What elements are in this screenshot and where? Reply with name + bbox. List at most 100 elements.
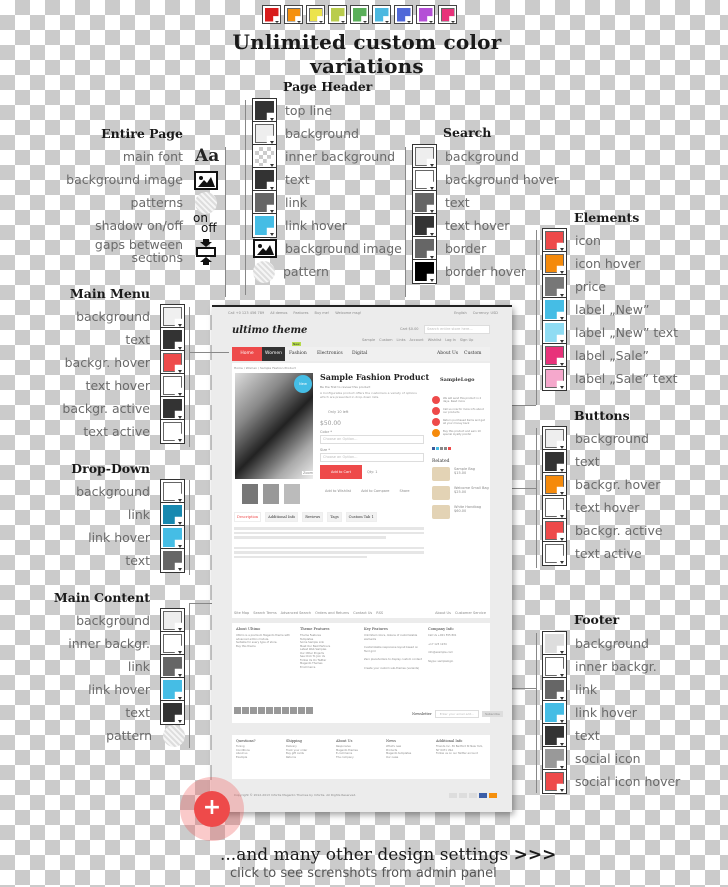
feature-icon [432,429,440,437]
footer-row: inner backgr. [542,654,657,679]
drop-down-row: link hover [0,525,185,550]
mock-topbar: Call +0 123 456 789 All demos Features Buy … [228,311,362,315]
color-swatch[interactable] [160,502,185,527]
color-swatch[interactable] [542,723,567,748]
color-swatch[interactable] [542,631,567,656]
image-icon[interactable] [194,171,218,190]
top-color-swatch[interactable] [438,5,457,24]
expand-button[interactable]: + [180,777,244,841]
color-swatch[interactable] [160,677,185,702]
color-swatch[interactable] [542,297,567,322]
mock-feature-item: Call us now for more info about our prod… [432,407,487,415]
color-swatch[interactable] [160,525,185,550]
color-swatch[interactable] [160,608,185,633]
mock-tab: Custom Tab 1 [345,512,377,522]
feature-icon [432,418,440,426]
mock-menu-custom: Custom [464,351,482,356]
mock-sample-logo: SampleLogo [440,377,475,383]
color-swatch[interactable] [412,259,437,284]
page-header-row: link [252,190,307,215]
social-icon [282,707,289,714]
color-swatch[interactable] [160,631,185,656]
image-icon[interactable] [253,239,277,258]
color-swatch[interactable] [252,98,277,123]
color-swatch[interactable] [412,236,437,261]
top-color-swatch[interactable] [372,5,391,24]
font-icon[interactable]: Aa [195,146,219,166]
color-swatch[interactable] [542,366,567,391]
elements-row: label „New” text [542,320,678,345]
cta-headline[interactable]: ...and many other design settings >>> [220,845,556,865]
drop-down-row: text [0,548,185,573]
color-swatch[interactable] [160,327,185,352]
top-color-swatch[interactable] [350,5,369,24]
mock-cart: Cart $0.00 [400,327,419,331]
top-color-swatch[interactable] [328,5,347,24]
mock-account-links: Sample Custom Links Account Wishlist Log In Si… [362,338,474,342]
mock-bottom-col: News What's new Products Magento templates O… [386,739,412,759]
color-swatch[interactable] [542,541,567,566]
color-swatch[interactable] [412,213,437,238]
buttons-title: Buttons [574,408,630,423]
page-header-row: top line [252,98,332,123]
patterns-label: patterns [130,195,183,210]
color-swatch[interactable] [252,144,277,169]
color-swatch[interactable] [542,472,567,497]
color-swatch[interactable] [542,654,567,679]
color-swatch[interactable] [542,495,567,520]
color-swatch[interactable] [542,274,567,299]
top-color-swatch[interactable] [262,5,281,24]
headline: Unlimited custom color variations [232,30,502,78]
color-swatch[interactable] [160,396,185,421]
color-swatch[interactable] [252,190,277,215]
top-color-swatch[interactable] [394,5,413,24]
mock-copyright: Copyright © 2012-2013 Infortis Magento T… [234,793,357,797]
color-swatch[interactable] [160,304,185,329]
color-swatch[interactable] [542,769,567,794]
drop-down-label: background [76,484,150,499]
color-swatch[interactable] [160,654,185,679]
pattern-icon[interactable] [163,724,185,747]
color-swatch[interactable] [542,228,567,253]
color-swatch[interactable] [542,343,567,368]
mock-color-select: Choose an Option... [320,435,424,444]
cta-subline[interactable]: click to see screnshots from admin panel [230,866,497,881]
color-swatch[interactable] [542,449,567,474]
color-swatch[interactable] [252,213,277,238]
mock-related-title: Related [432,459,450,464]
search-label: text [445,195,470,210]
shadow-toggle-icon[interactable]: on off [193,212,217,234]
color-swatch[interactable] [412,190,437,215]
color-swatch[interactable] [252,167,277,192]
main-content-label: text [125,705,150,720]
color-swatch[interactable] [542,426,567,451]
color-swatch[interactable] [412,144,437,169]
color-swatch[interactable] [542,700,567,725]
color-swatch[interactable] [542,251,567,276]
color-swatch[interactable] [542,320,567,345]
color-swatch[interactable] [160,419,185,444]
buttons-label: text hover [575,500,640,515]
color-swatch[interactable] [542,518,567,543]
color-swatch[interactable] [542,746,567,771]
color-swatch[interactable] [160,700,185,725]
color-swatch[interactable] [252,121,277,146]
drop-down-label: link [127,507,150,522]
color-swatch[interactable] [160,479,185,504]
color-swatch[interactable] [160,350,185,375]
color-swatch[interactable] [542,677,567,702]
color-swatch[interactable] [160,548,185,573]
page-header-label: link hover [285,218,347,233]
color-swatch[interactable] [412,167,437,192]
theme-preview-screenshot[interactable]: Call +0 123 456 789 All demos Features Buy … [212,305,512,812]
page-header-label: text [285,172,310,187]
gaps-icon[interactable] [196,239,216,265]
top-color-swatch[interactable] [306,5,325,24]
buttons-label: backgr. hover [575,477,661,492]
top-color-swatch[interactable] [416,5,435,24]
mock-features: We will send this product in 2 days. Rea… [432,396,487,440]
mock-logo: ultimo theme [232,325,308,336]
color-swatch[interactable] [160,373,185,398]
top-color-swatch[interactable] [284,5,303,24]
pattern-icon[interactable] [253,260,275,283]
